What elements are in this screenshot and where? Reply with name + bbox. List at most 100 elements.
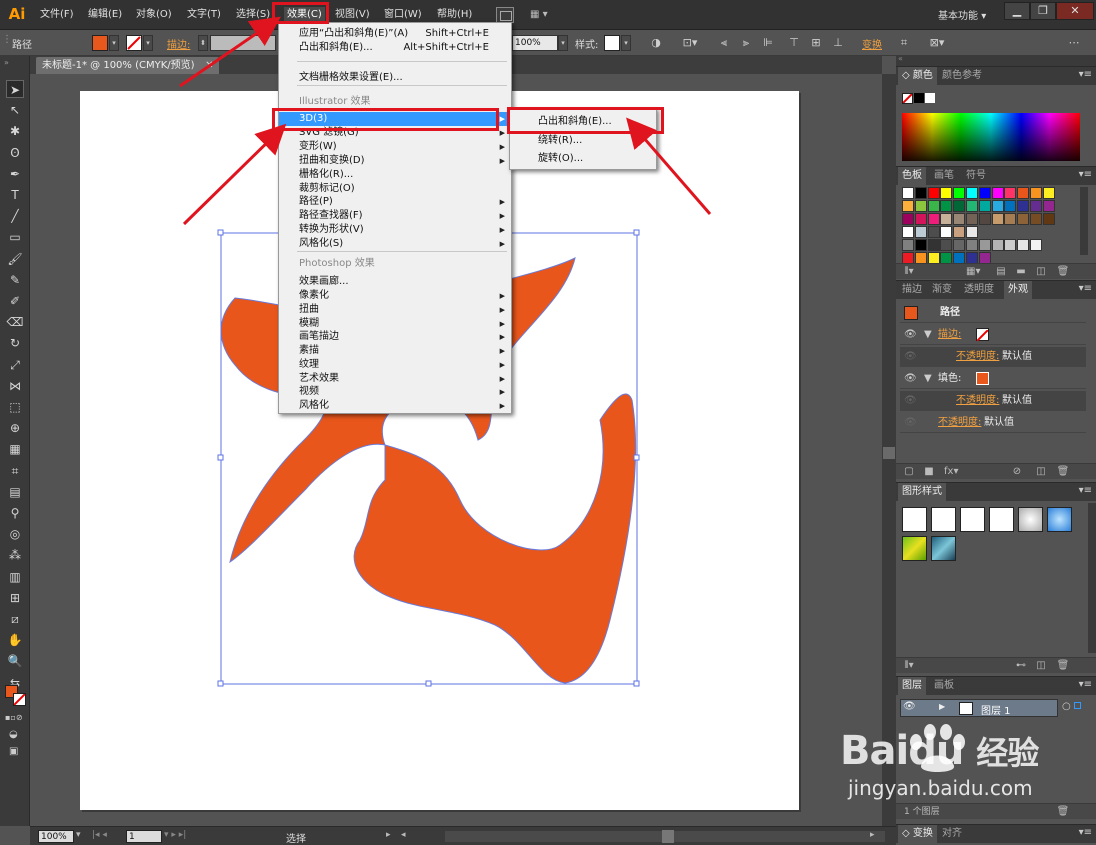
color-swatch[interactable] [1030, 239, 1042, 251]
color-swatch[interactable] [914, 187, 927, 199]
stroke-opacity-row[interactable]: 👁 不透明度: 默认值 [900, 347, 1086, 367]
graphic-style-blue[interactable] [1047, 507, 1072, 532]
stroke-none-swatch[interactable] [976, 328, 989, 342]
horizontal-scroll-thumb[interactable] [662, 830, 674, 843]
effect-menu-item[interactable]: 纹理 ▶ [279, 358, 511, 372]
tab-align[interactable]: 对齐 [938, 825, 966, 843]
object-opacity-label[interactable]: 不透明度: [938, 413, 981, 433]
fx-icon[interactable]: fx▾ [944, 464, 958, 480]
effect-menu-item[interactable]: 艺术效果 ▶ [279, 372, 511, 386]
isolate-icon[interactable]: ⌗ [896, 35, 912, 51]
close-button[interactable]: ✕ [1056, 2, 1094, 20]
clear-appearance-icon[interactable]: ⊘ [1010, 464, 1024, 480]
graphic-style-none[interactable] [931, 507, 956, 532]
scroll-left-icon[interactable]: ◂ [401, 830, 406, 840]
color-swatch[interactable] [914, 239, 927, 251]
color-swatch[interactable] [902, 226, 914, 238]
color-swatch[interactable] [953, 200, 966, 212]
swatches-scrollbar[interactable] [1080, 187, 1088, 255]
panel-menu-icon[interactable]: ▾≡ [1079, 679, 1092, 690]
zoom-dropdown-icon[interactable]: ▾ [76, 830, 81, 840]
add-stroke-icon[interactable]: ▢ [902, 464, 916, 480]
collapse-icon[interactable]: « [898, 54, 903, 63]
graphic-style-teal[interactable] [931, 536, 956, 561]
tab-transform[interactable]: ◇ 变换 [898, 825, 937, 843]
color-swatch[interactable] [940, 213, 953, 225]
tab-appearance[interactable]: 外观 [1004, 281, 1032, 299]
color-swatch[interactable] [902, 187, 914, 199]
minimize-button[interactable]: ▁ [1004, 2, 1030, 20]
target-icon[interactable]: ○ [1062, 701, 1071, 712]
color-swatch[interactable] [966, 226, 978, 238]
color-swatch[interactable] [978, 200, 991, 212]
color-swatch[interactable] [914, 200, 927, 212]
color-swatch[interactable] [1030, 187, 1042, 199]
color-swatch[interactable] [927, 200, 940, 212]
break-link-icon[interactable]: ⊷ [1014, 658, 1028, 674]
color-swatch[interactable] [1004, 187, 1017, 199]
color-swatch[interactable] [978, 213, 991, 225]
appearance-stroke-row[interactable]: 👁 ▼ 描边: [900, 325, 1086, 345]
tab-artboards[interactable]: 画板 [930, 677, 958, 695]
eye-icon[interactable]: 👁 [904, 369, 917, 389]
color-swatch[interactable] [991, 213, 1004, 225]
expand-icon[interactable]: ▶ [939, 702, 945, 711]
color-swatch[interactable] [966, 213, 978, 225]
tab-color-guide[interactable]: 颜色参考 [938, 67, 986, 85]
status-arrow-icon[interactable]: ▸ [386, 830, 391, 840]
color-swatch[interactable] [902, 213, 914, 225]
color-swatch[interactable] [953, 213, 966, 225]
swatch-options-icon[interactable]: ▤ [994, 264, 1008, 280]
swatch-library-icon[interactable]: ⫴▾ [902, 264, 916, 280]
new-style-icon[interactable]: ◫ [1034, 658, 1048, 674]
color-swatch[interactable] [927, 213, 940, 225]
color-swatch[interactable] [953, 187, 966, 199]
graphic-style-default[interactable] [902, 507, 927, 532]
expand-icon[interactable]: ▼ [924, 369, 932, 389]
graphic-style-outline[interactable] [989, 507, 1014, 532]
workspace-switcher[interactable]: 基本功能 ▾ [938, 7, 986, 22]
eye-icon[interactable]: 👁 [904, 325, 917, 345]
color-swatch[interactable] [914, 213, 927, 225]
color-swatch[interactable] [1004, 239, 1017, 251]
color-swatch[interactable] [940, 200, 953, 212]
color-spectrum[interactable] [902, 113, 1080, 161]
fill-opacity-label[interactable]: 不透明度: [956, 391, 999, 411]
effect-menu-item[interactable]: 视频 ▶ [279, 385, 511, 399]
eye-icon[interactable]: 👁 [904, 347, 917, 367]
color-swatch[interactable] [1017, 213, 1030, 225]
color-swatch[interactable] [991, 239, 1004, 251]
color-swatch[interactable] [1004, 200, 1017, 212]
show-kinds-icon[interactable]: ▦▾ [966, 264, 980, 280]
styles-library-icon[interactable]: ⫴▾ [902, 658, 916, 674]
new-group-icon[interactable]: ▬ [1014, 264, 1028, 280]
white-swatch[interactable] [925, 93, 935, 103]
effect-menu-item[interactable]: 扭曲 ▶ [279, 303, 511, 317]
scroll-right-icon[interactable]: ▸ [870, 830, 875, 840]
color-swatch[interactable] [966, 239, 978, 251]
color-swatch[interactable] [940, 226, 953, 238]
color-swatch[interactable] [1004, 213, 1017, 225]
color-swatch[interactable] [902, 239, 914, 251]
fill-attr-label[interactable]: 填色: [938, 369, 961, 389]
color-swatch[interactable] [1042, 187, 1055, 199]
add-fill-icon[interactable]: ■ [922, 464, 936, 480]
selection-indicator[interactable] [1074, 702, 1081, 709]
color-swatch[interactable] [978, 239, 991, 251]
tab-stroke[interactable]: 描边 [898, 281, 926, 299]
color-swatch[interactable] [991, 200, 1004, 212]
object-opacity-row[interactable]: 👁 不透明度: 默认值 [900, 413, 1086, 433]
fill-opacity-row[interactable]: 👁 不透明度: 默认值 [900, 391, 1086, 411]
color-swatch[interactable] [966, 200, 978, 212]
layer-name[interactable]: 图层 1 [981, 702, 1011, 717]
color-swatch[interactable] [953, 226, 966, 238]
tab-brushes[interactable]: 画笔 [930, 167, 958, 185]
tab-symbols[interactable]: 符号 [962, 167, 990, 185]
fill-swatch[interactable] [976, 372, 989, 385]
stroke-attr-label[interactable]: 描边: [938, 325, 961, 345]
effect-menu-item[interactable]: 模糊 ▶ [279, 317, 511, 331]
layer-row[interactable]: 👁 ▶ 图层 1 [900, 699, 1058, 717]
delete-icon[interactable]: 🗑 [1056, 658, 1070, 674]
color-swatch[interactable] [902, 200, 914, 212]
delete-icon[interactable]: 🗑 [1056, 804, 1070, 820]
